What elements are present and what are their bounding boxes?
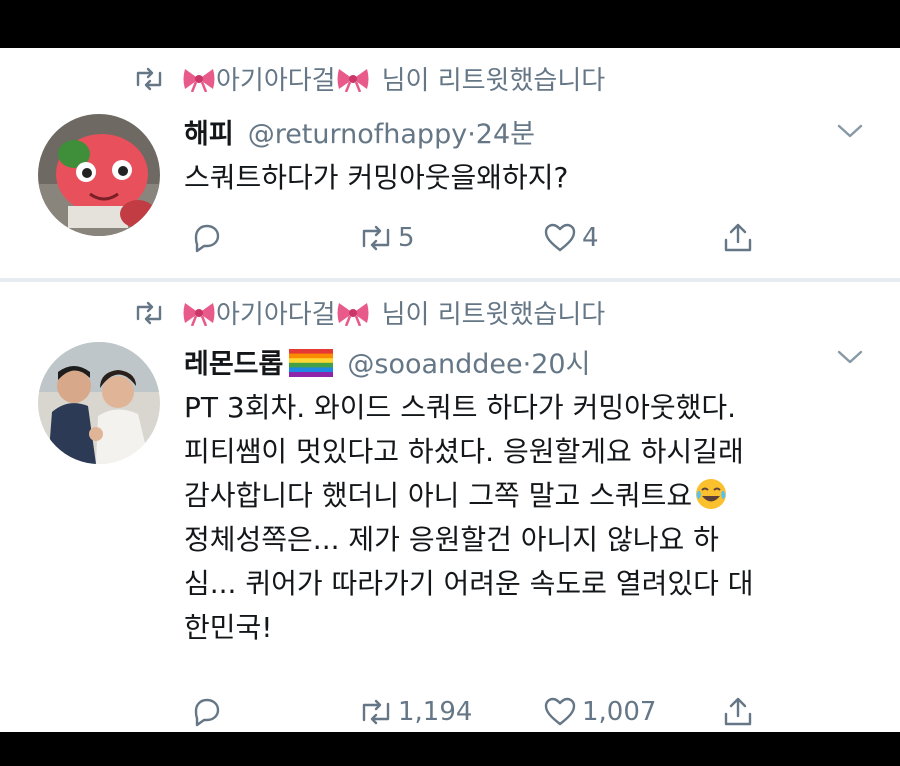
separator-dot: · bbox=[467, 119, 476, 150]
tears-of-joy-emoji bbox=[696, 479, 727, 509]
retweet-icon bbox=[362, 225, 390, 251]
tweet-text-line: 심... 퀴어가 따라가기 어려운 속도로 열려있다 대 bbox=[184, 567, 754, 600]
tweet-text-line: PT 3회차. 와이드 스쿼트 하다가 커밍아웃했다. bbox=[184, 391, 737, 424]
tweet-text-line: 스쿼트하다가 커밍아웃을왜하지? bbox=[184, 161, 569, 194]
tweet-actions: 5 4 bbox=[184, 220, 864, 260]
tweet-1[interactable]: 아기아다걸 님이 리트윗했습니다 해피 @returnofhappy · 24분… bbox=[0, 48, 900, 280]
heart-icon bbox=[544, 697, 576, 726]
retweet-count: 1,194 bbox=[398, 697, 473, 727]
author-handle[interactable]: @sooanddee bbox=[347, 349, 522, 380]
pink-bow-icon bbox=[336, 300, 370, 326]
tweet-text-segment: 감사합니다 했더니 아니 그쪽 말고 스쿼트요 bbox=[184, 479, 693, 512]
avatar[interactable] bbox=[38, 342, 160, 464]
tweet-text: 스쿼트하다가 커밍아웃을왜하지? bbox=[184, 156, 864, 200]
tweet-time[interactable]: 24분 bbox=[476, 112, 535, 151]
author-handle[interactable]: @returnofhappy bbox=[248, 119, 468, 150]
chevron-down-icon[interactable] bbox=[836, 348, 864, 366]
retweeter-name[interactable]: 아기아다걸 bbox=[216, 60, 336, 97]
retweet-header: 아기아다걸 님이 리트윗했습니다 bbox=[134, 60, 605, 97]
heart-icon bbox=[544, 223, 576, 252]
author-name[interactable]: 레몬드롭 bbox=[184, 342, 283, 381]
chevron-down-icon[interactable] bbox=[836, 122, 864, 140]
tweet-header: 레몬드롭 @sooanddee · 20시 bbox=[184, 342, 590, 381]
retweet-suffix: 님이 리트윗했습니다 bbox=[381, 66, 606, 96]
pink-bow-icon bbox=[182, 300, 216, 326]
retweet-icon bbox=[136, 67, 162, 90]
tweet-2[interactable]: 아기아다걸 님이 리트윗했습니다 레몬드롭 @sooanddee · 20시 P… bbox=[0, 282, 900, 732]
author-name[interactable]: 해피 bbox=[184, 112, 234, 151]
pink-bow-icon bbox=[336, 66, 370, 92]
tweet-text-line: 한민국! bbox=[184, 611, 273, 644]
tweet-text: PT 3회차. 와이드 스쿼트 하다가 커밍아웃했다. 피티쌤이 멋있다고 하셨… bbox=[184, 386, 864, 650]
rainbow-flag-icon bbox=[289, 349, 334, 377]
tweet-text-line-with-emoji: 감사합니다 했더니 아니 그쪽 말고 스쿼트요 bbox=[184, 474, 864, 518]
share-button[interactable] bbox=[720, 220, 756, 256]
retweet-button[interactable]: 5 bbox=[358, 220, 415, 256]
share-icon bbox=[724, 223, 752, 252]
reply-icon bbox=[194, 224, 220, 253]
like-button[interactable]: 1,007 bbox=[542, 694, 656, 730]
retweet-header: 아기아다걸 님이 리트윗했습니다 bbox=[134, 294, 605, 331]
tweet-header: 해피 @returnofhappy · 24분 bbox=[184, 112, 535, 151]
retweet-suffix: 님이 리트윗했습니다 bbox=[381, 300, 606, 330]
like-count: 4 bbox=[582, 223, 599, 253]
share-icon bbox=[724, 697, 752, 726]
tweet-actions: 1,194 1,007 bbox=[184, 694, 864, 734]
share-button[interactable] bbox=[720, 694, 756, 730]
tweet-text-line: 정체성쪽은... 제가 응원할건 아니지 않나요 하 bbox=[184, 523, 719, 556]
reply-icon bbox=[194, 698, 220, 727]
pink-bow-icon bbox=[182, 66, 216, 92]
like-count: 1,007 bbox=[582, 697, 657, 727]
reply-button[interactable] bbox=[188, 220, 224, 256]
retweet-icon bbox=[136, 301, 162, 324]
tweet-text-line: 피티쌤이 멋있다고 하셨다. 응원할게요 하시길래 bbox=[184, 435, 744, 468]
retweet-icon bbox=[362, 699, 390, 725]
retweeter-name[interactable]: 아기아다걸 bbox=[216, 294, 336, 331]
retweet-button[interactable]: 1,194 bbox=[358, 694, 472, 730]
tweet-time[interactable]: 20시 bbox=[531, 342, 590, 381]
like-button[interactable]: 4 bbox=[542, 220, 599, 256]
retweet-count: 5 bbox=[398, 223, 415, 253]
separator-dot: · bbox=[522, 349, 532, 380]
timeline: 아기아다걸 님이 리트윗했습니다 해피 @returnofhappy · 24분… bbox=[0, 48, 900, 732]
reply-button[interactable] bbox=[188, 694, 224, 730]
avatar[interactable] bbox=[38, 114, 160, 236]
